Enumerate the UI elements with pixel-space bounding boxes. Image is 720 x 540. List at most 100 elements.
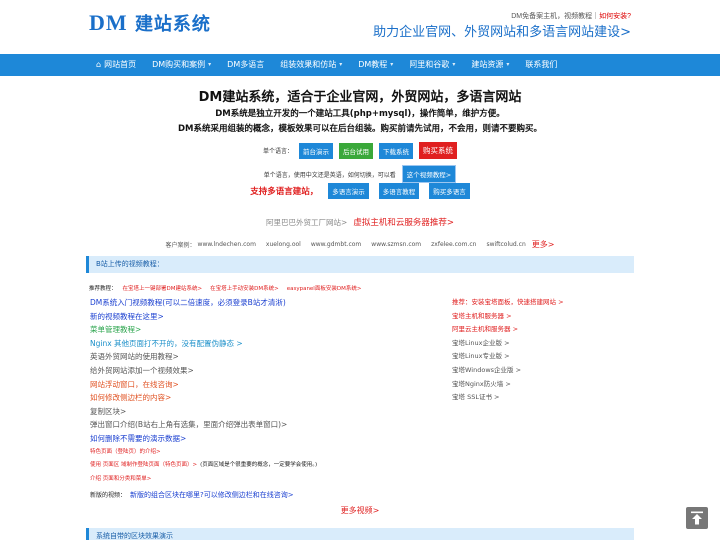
nav-item-6[interactable]: 阿里和谷歌 ▾ [401,54,463,76]
nav-item-7[interactable]: 建站资源 ▾ [463,54,517,76]
logo-text: 建站系统 [134,14,211,35]
tutorial-list-link[interactable]: 网站浮动窗口，在线咨询> [90,380,179,389]
buy-multi-language-button[interactable]: 购买多语言 [429,183,470,199]
caret-down-icon: ▾ [390,61,394,68]
tutorial-list-note: (页面区域是个很重要的概念，一定要学会使用。) [200,462,318,469]
hosting-list-link[interactable]: 宝塔Nginx防火墙 > [452,378,564,392]
tutorial-list-link[interactable]: 弹出窗口介绍(B站右上角有选集，里面介绍弹出表单窗口)> [90,420,287,429]
hosting-list-link[interactable]: 宝塔Windows企业版 > [452,364,564,378]
nav-item-4[interactable]: 组装效果和仿站 ▾ [272,54,350,76]
customer-cases-label: 客户案例： [165,242,196,249]
language-note-row: 单个语言，使用中文还是英语，如何切换，可以看 这个视频教程> [0,165,720,183]
tutorial-list-item: 如何修改侧边栏的内容> [90,391,317,405]
caret-down-icon: ▾ [339,61,343,68]
tutorial-list-link[interactable]: 使用 页面区 域制作登陆页面（特色页面）> [90,462,197,468]
nav-item-label: 组装效果和仿站 [280,60,337,69]
customer-case-site[interactable]: www.szmsn.com [371,241,421,248]
recommended-tutorials-label: 推荐教程： [89,286,117,292]
backend-trial-button[interactable]: 后台试用 [339,142,373,159]
video-tutorial-button[interactable]: 这个视频教程> [401,165,457,183]
new-video-link[interactable]: 新版的组合区块在哪里?可以修改侧边栏和在线咨询> [130,491,294,499]
single-language-row: 单个语言： 前台演示 后台试用 下载系统 购买系统 [0,142,720,159]
nav-item-label: 建站资源 [471,60,504,69]
logo-dm: DM [89,10,128,35]
more-cases-link[interactable]: 更多> [532,239,555,250]
tutorial-list-item: 新的视频教程在这里> [90,310,317,324]
nav-item-label: 阿里和谷歌 [409,60,450,69]
hosting-link-list: 推荐：安装宝塔面板，快速搭建网站 > 宝塔主机和服务器 > 阿里云主机和服务器 > 宝… [452,296,564,405]
tutorial-list-link[interactable]: 菜单管理教程> [90,325,141,334]
tutorial-list-item: DM系统入门视频教程(可以二倍速度，必须登录B站才清淅) [90,296,317,310]
hosting-list-link[interactable]: 阿里云主机和服务器 > [452,323,564,337]
hero-title: DM建站系统，适合于企业官网，外贸网站，多语言网站 [198,90,522,105]
tutorial-list-link[interactable]: 如何修改侧边栏的内容> [90,393,171,402]
nav-items: ⌂ 网站首页 DM购买和案例 ▾ DM多语言 组装效果和仿站 ▾ DM教程 ▾ 阿里和谷歌 ▾ 建站资… [89,54,565,76]
site-logo[interactable]: DM 建站系统 [89,10,211,36]
hosting-recommend-link[interactable]: 虚拟主机和云服务器推荐> [353,216,454,228]
tutorial-list-item: Nginx 其他页面打不开的，没有配置伪静态 > [90,337,317,351]
server-row: 阿里巴巴外贸工厂网站> 虚拟主机和云服务器推荐> [0,216,720,229]
tutorial-list-link[interactable]: 给外贸网站添加一个视频效果> [90,366,194,375]
tutorial-link-3[interactable]: easypanel面板安装DM系统> [287,284,362,292]
tutorial-list-link[interactable]: 英语外贸网站的使用教程> [90,352,179,361]
alibaba-factory-link[interactable]: 阿里巴巴外贸工厂网站> [266,217,347,228]
customer-case-site[interactable]: www.lndechen.com [198,241,256,248]
tutorial-list-item: 菜单管理教程> [90,323,317,337]
header: DM 建站系统 DM免备案主机，视频教程｜如何安装? 助力企业官网、外贸网站和多… [0,0,720,54]
new-video-label: 新版的视频： [90,492,127,499]
section-bar-block-demos: 系统自带的区块效果演示 [86,528,634,540]
customer-case-sites: www.lndechen.com xuelong.ool www.gdmbt.com… [196,241,526,248]
top-note-text[interactable]: DM免备案主机，视频教程｜ [511,13,599,20]
tutorial-link-2[interactable]: 在宝塔上手动安装DM系统> [210,284,279,292]
tutorial-list-item: 使用 页面区 域制作登陆页面（特色页面）> (页面区域是个很重要的概念，一定要学会… [90,459,317,473]
tutorial-list-link[interactable]: 复制区块> [90,407,126,416]
hosting-list-link[interactable]: 宝塔Linux专业版 > [452,350,564,364]
nav-item-label: DM多语言 [227,60,265,69]
new-video-row: 新版的视频： 新版的组合区块在哪里?可以修改侧边栏和在线咨询> [90,490,294,500]
top-note: DM免备案主机，视频教程｜如何安装? [511,11,631,21]
frontend-demo-button[interactable]: 前台演示 [299,142,333,159]
tutorial-link-1[interactable]: 在宝塔上一键部署DM建站系统> [123,284,203,292]
tutorial-list-link[interactable]: 如何删除不需要的演示数据> [90,434,186,443]
nav-item-label: DM教程 [358,60,388,69]
tutorial-list-link[interactable]: 介绍 页面和分类和菜单> [90,476,151,482]
hero-line-1: DM系统是独立开发的一个建站工具(php+mysql)，操作简单，维护方便。 [215,109,505,119]
how-to-install-link[interactable]: 如何安装? [599,13,631,20]
tutorial-list-link[interactable]: Nginx 其他页面打不开的，没有配置伪静态 > [90,339,243,348]
tutorial-list-link[interactable]: 新的视频教程在这里> [90,312,164,321]
tutorial-list-item: 给外贸网站添加一个视频效果> [90,364,317,378]
header-slogan[interactable]: 助力企业官网、外贸网站和多语言网站建设> [373,21,631,40]
buy-system-button[interactable]: 购买系统 [419,142,457,159]
multi-language-row: 支持多语言建站， 多语言演示 多语言教程 购买多语言 [0,183,720,199]
hosting-list-link[interactable]: 宝塔 SSL证书 > [452,391,564,405]
customer-case-site[interactable]: swiftcolud.cn [486,241,525,248]
customer-case-site[interactable]: www.gdmbt.com [311,241,361,248]
nav-item-label: 联系我们 [525,60,558,69]
language-note-text: 单个语言，使用中文还是英语，如何切换，可以看 [263,171,396,179]
section-bar-video-tutorials: B站上传的视频教程： [86,256,634,273]
hero-line-2: DM系统采用组装的概念，模板效果可以在后台组装。购买前请先试用，不会用，则请不要… [177,124,543,134]
nav-item-label: DM购买和案例 [152,60,206,69]
nav-item-3[interactable]: DM多语言 [219,54,272,76]
multi-language-tutorial-button[interactable]: 多语言教程 [378,183,420,199]
tutorial-list-link[interactable]: 特色页面（登陆页）的介绍> [90,449,161,455]
nav-item-2[interactable]: DM购买和案例 ▾ [144,54,219,76]
tutorial-list-item: 弹出窗口介绍(B站右上角有选集，里面介绍弹出表单窗口)> [90,418,317,432]
nav-item-8[interactable]: 联系我们 [517,54,565,76]
tutorial-list-link[interactable]: DM系统入门视频教程(可以二倍速度，必须登录B站才清淅) [90,298,286,307]
customer-case-site[interactable]: xuelong.ool [266,241,301,248]
hosting-list-link[interactable]: 推荐：安装宝塔面板，快速搭建网站 > [452,296,564,310]
nav-item-5[interactable]: DM教程 ▾ [350,54,401,76]
nav-item-1[interactable]: ⌂ 网站首页 [89,54,144,76]
hosting-list-link[interactable]: 宝塔主机和服务器 > [452,310,564,324]
tutorial-list-item: 如何删除不需要的演示数据> [90,432,317,446]
download-system-button[interactable]: 下载系统 [379,142,413,159]
back-to-top-button[interactable] [686,507,708,529]
hosting-list-link[interactable]: 宝塔Linux企业版 > [452,337,564,351]
customer-case-site[interactable]: zxfelee.com.cn [431,241,476,248]
tutorial-list-item: 介绍 页面和分类和菜单> [90,473,317,487]
arrow-up-icon [691,511,703,525]
more-videos-link[interactable]: 更多视频> [0,505,720,516]
multi-language-demo-button[interactable]: 多语言演示 [328,183,369,199]
tutorial-list-item: 复制区块> [90,405,317,419]
